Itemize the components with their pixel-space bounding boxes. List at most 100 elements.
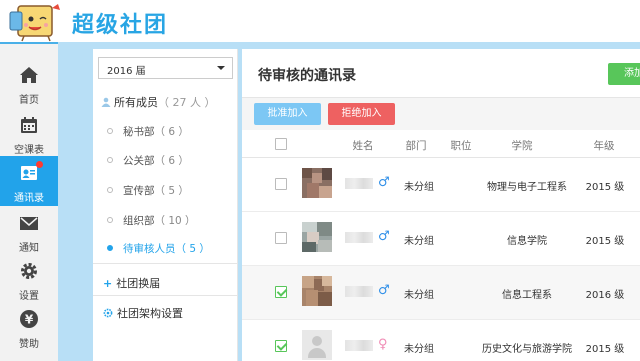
notification-badge — [36, 161, 43, 168]
male-icon: ♂ — [378, 175, 390, 190]
action-toolbar: 批准加入 拒绝加入 — [242, 98, 640, 130]
gear-icon — [103, 308, 113, 318]
table-header: 姓名 部门 职位 学院 年级 — [242, 130, 640, 158]
nav-label: 空课表 — [14, 145, 44, 156]
nav-label: 通知 — [19, 243, 39, 254]
row-grade: 2015 级 — [585, 182, 625, 193]
approve-button[interactable]: 批准加入 — [254, 103, 321, 125]
department-item-secretary[interactable]: 秘书部（ 6 ） — [107, 124, 189, 139]
bullet-icon — [107, 128, 113, 134]
row-college: 信息工程系 — [502, 290, 552, 301]
chevron-down-icon — [217, 66, 225, 70]
department-count: （ 5 ） — [154, 185, 189, 197]
row-department: 未分组 — [404, 182, 434, 193]
table-row[interactable]: ♂ 未分组 信息学院 2015 级 — [242, 212, 640, 266]
divider — [93, 263, 238, 264]
all-members-count: （ 27 人 ） — [158, 96, 216, 109]
reject-button[interactable]: 拒绝加入 — [328, 103, 395, 125]
transition-label: 社团换届 — [116, 277, 161, 290]
mail-icon — [20, 217, 38, 230]
gear-icon — [21, 263, 37, 279]
table-row[interactable]: ♂ 未分组 物理与电子工程系 2015 级 — [242, 158, 640, 212]
column-header-grade: 年级 — [593, 140, 615, 152]
row-checkbox[interactable] — [275, 178, 287, 190]
all-members-group[interactable]: 所有成员（ 27 人 ） — [101, 94, 216, 110]
svg-text:¥: ¥ — [25, 313, 34, 327]
member-name-blurred — [345, 286, 373, 297]
bullet-icon — [107, 187, 113, 193]
person-icon — [101, 97, 111, 107]
department-count: （ 6 ） — [154, 126, 189, 138]
app-brand: 超级社团 — [72, 13, 169, 38]
avatar — [302, 222, 332, 252]
calendar-icon — [21, 117, 37, 133]
column-header-name: 姓名 — [352, 140, 374, 152]
table-row[interactable]: ♀ 未分组 历史文化与旅游学院 2015 级 — [242, 320, 640, 361]
row-college: 物理与电子工程系 — [487, 182, 567, 193]
department-item-pr[interactable]: 公关部（ 6 ） — [107, 153, 189, 168]
row-department: 未分组 — [404, 290, 434, 301]
plus-icon: + — [103, 277, 113, 290]
department-label: 待审核人员 — [123, 243, 176, 255]
member-panel: 2016 届 所有成员（ 27 人 ） 秘书部（ 6 ） 公关部（ 6 ） 宣传… — [93, 49, 238, 361]
select-all-checkbox[interactable] — [275, 138, 287, 150]
department-label: 组织部 — [123, 215, 155, 227]
nav-item-sponsor[interactable]: ¥ 赞助 — [0, 302, 58, 352]
row-department: 未分组 — [404, 236, 434, 247]
yen-icon: ¥ — [20, 310, 38, 328]
department-label: 秘书部 — [123, 126, 155, 138]
nav-label: 赞助 — [19, 339, 39, 350]
row-checkbox[interactable] — [275, 340, 287, 352]
home-icon — [20, 67, 38, 83]
avatar — [302, 168, 332, 198]
page-title: 待审核的通讯录 — [258, 68, 356, 84]
row-college: 信息学院 — [507, 236, 547, 247]
divider — [93, 295, 238, 296]
structure-settings-link[interactable]: 社团架构设置 — [103, 305, 183, 321]
column-header-position: 职位 — [450, 140, 472, 152]
department-count: （ 6 ） — [154, 155, 189, 167]
year-select-value: 2016 届 — [107, 66, 146, 77]
bullet-icon — [107, 157, 113, 163]
row-department: 未分组 — [404, 344, 434, 355]
row-grade: 2015 级 — [585, 236, 625, 247]
nav-item-settings[interactable]: 设置 — [0, 254, 58, 304]
row-checkbox[interactable] — [275, 232, 287, 244]
department-item-publicity[interactable]: 宣传部（ 5 ） — [107, 183, 189, 198]
member-name-blurred — [345, 232, 373, 243]
department-item-organization[interactable]: 组织部（ 10 ） — [107, 213, 196, 228]
main-content: 待审核的通讯录 添加 批准加入 拒绝加入 姓名 部门 职位 学院 年级 ♂ 未分… — [242, 49, 640, 361]
nav-item-notice[interactable]: 通知 — [0, 206, 58, 256]
department-item-pending[interactable]: 待审核人员（ 5 ） — [107, 241, 210, 256]
nav-label: 设置 — [19, 291, 39, 302]
table-row[interactable]: ♂ 未分组 信息工程系 2016 级 — [242, 266, 640, 320]
transition-link[interactable]: + 社团换届 — [103, 275, 160, 291]
row-checkbox[interactable] — [275, 286, 287, 298]
row-college: 历史文化与旅游学院 — [482, 344, 572, 355]
bullet-icon — [107, 217, 113, 223]
row-grade: 2015 级 — [585, 344, 625, 355]
nav-item-home[interactable]: 首页 — [0, 58, 58, 108]
nav-item-contacts[interactable]: 通讯录 — [0, 156, 58, 206]
row-grade: 2016 级 — [585, 290, 625, 301]
left-nav: 首页 空课表 通讯录 通知 设置 ¥ 赞助 — [0, 42, 58, 361]
nav-label: 通讯录 — [14, 193, 44, 204]
add-button[interactable]: 添加 — [608, 63, 640, 85]
department-label: 公关部 — [123, 155, 155, 167]
bullet-icon — [107, 245, 113, 251]
year-select[interactable]: 2016 届 — [98, 57, 233, 79]
column-header-department: 部门 — [405, 140, 427, 152]
structure-settings-label: 社团架构设置 — [117, 307, 183, 320]
all-members-label: 所有成员 — [114, 96, 158, 109]
male-icon: ♂ — [378, 283, 390, 298]
avatar — [302, 276, 332, 306]
member-name-blurred — [345, 340, 373, 351]
department-count: （ 10 ） — [154, 215, 196, 227]
department-label: 宣传部 — [123, 185, 155, 197]
member-name-blurred — [345, 178, 373, 189]
header: 超级社团 — [0, 0, 640, 42]
default-avatar-icon — [302, 330, 332, 360]
nav-label: 首页 — [19, 95, 39, 106]
nav-item-schedule[interactable]: 空课表 — [0, 108, 58, 158]
department-count: （ 5 ） — [175, 243, 210, 255]
